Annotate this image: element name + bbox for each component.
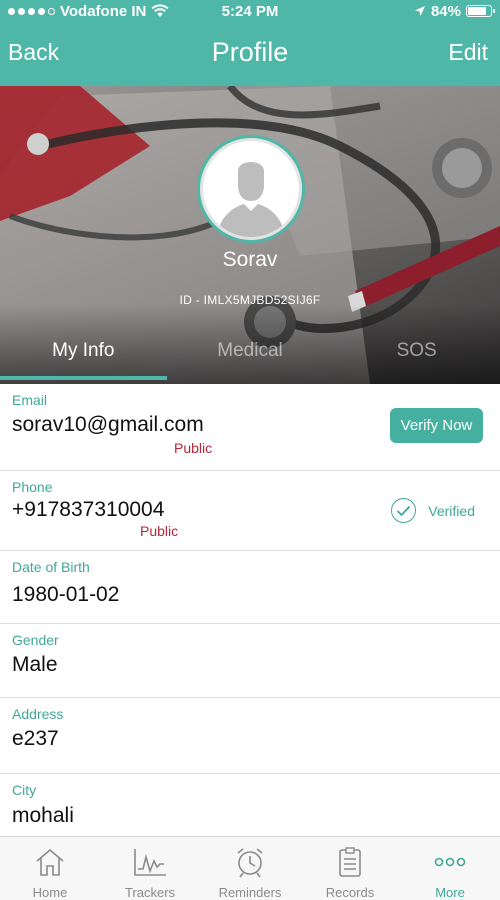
status-left: Vodafone IN — [8, 3, 169, 20]
signal-dots-icon — [8, 7, 55, 15]
profile-fields: Email sorav10@gmail.com Public Verify No… — [0, 384, 500, 844]
more-dots-icon — [434, 845, 466, 878]
phone-value[interactable]: +917837310004 — [12, 498, 164, 522]
chart-icon — [132, 845, 168, 878]
check-circle-icon — [391, 498, 417, 523]
tabbar-home[interactable]: Home — [0, 837, 100, 900]
phone-field: Phone +917837310004 Public Verified — [0, 471, 500, 551]
gender-value[interactable]: Male — [12, 653, 58, 677]
email-value[interactable]: sorav10@gmail.com — [12, 413, 204, 437]
dob-label: Date of Birth — [12, 559, 90, 575]
dob-value[interactable]: 1980-01-02 — [12, 583, 119, 607]
address-value[interactable]: e237 — [12, 727, 59, 751]
avatar-image — [203, 141, 299, 237]
tabbar-records[interactable]: Records — [300, 837, 400, 900]
alarm-clock-icon — [234, 845, 266, 878]
city-field: City mohali — [0, 774, 500, 844]
tabbar-more[interactable]: More — [400, 837, 500, 900]
address-field: Address e237 — [0, 698, 500, 774]
status-right: 84% — [414, 2, 495, 20]
carrier-name: Vodafone IN — [60, 2, 147, 20]
tab-sos[interactable]: SOS — [333, 336, 500, 384]
status-bar: Vodafone IN 5:24 PM 84% — [0, 0, 500, 22]
location-arrow-icon — [414, 6, 425, 16]
tabbar-records-label: Records — [325, 885, 375, 900]
phone-verified-status: Verified — [391, 498, 475, 523]
email-privacy[interactable]: Public — [174, 440, 212, 456]
clipboard-icon — [336, 845, 364, 878]
bottom-tab-bar: Home Trackers Reminders Records More — [0, 836, 500, 900]
battery-fill — [468, 7, 487, 15]
battery-percent: 84% — [430, 2, 461, 20]
top-bar: Vodafone IN 5:24 PM 84% Back Profile Edi… — [0, 0, 500, 86]
profile-header: Sorav ID - IMLX5MJBD52SIJ6F My Info Medi… — [0, 86, 500, 384]
page-title: Profile — [211, 36, 289, 67]
tabbar-reminders-label: Reminders — [218, 885, 282, 900]
tabbar-home-label: Home — [32, 885, 68, 900]
battery-icon — [466, 5, 495, 17]
gender-field: Gender Male — [0, 624, 500, 698]
tabbar-more-label: More — [435, 885, 465, 900]
email-label: Email — [12, 392, 48, 408]
city-value[interactable]: mohali — [12, 804, 74, 828]
profile-id: ID - IMLX5MJBD52SIJ6F — [179, 293, 321, 307]
tabbar-trackers-label: Trackers — [124, 885, 176, 900]
address-label: Address — [12, 706, 64, 722]
dob-field: Date of Birth 1980-01-02 — [0, 551, 500, 624]
person-silhouette-icon — [217, 162, 285, 237]
profile-tabs: My Info Medical SOS — [0, 336, 500, 384]
email-field: Email sorav10@gmail.com Public Verify No… — [0, 384, 500, 471]
phone-privacy[interactable]: Public — [140, 523, 178, 539]
edit-button[interactable]: Edit — [448, 39, 488, 66]
back-button[interactable]: Back — [8, 39, 59, 66]
tab-medical[interactable]: Medical — [167, 336, 334, 384]
profile-name: Sorav — [222, 248, 278, 271]
verified-label: Verified — [428, 502, 475, 519]
gender-label: Gender — [12, 632, 59, 648]
home-icon — [34, 845, 66, 878]
tabbar-trackers[interactable]: Trackers — [100, 837, 200, 900]
tab-my-info[interactable]: My Info — [0, 336, 167, 384]
nav-bar: Back Profile Edit — [0, 22, 500, 86]
city-label: City — [12, 782, 37, 798]
wifi-icon — [151, 4, 169, 17]
tabbar-reminders[interactable]: Reminders — [200, 837, 300, 900]
avatar[interactable] — [197, 135, 305, 243]
phone-label: Phone — [12, 479, 53, 495]
verify-now-button[interactable]: Verify Now — [390, 408, 483, 443]
